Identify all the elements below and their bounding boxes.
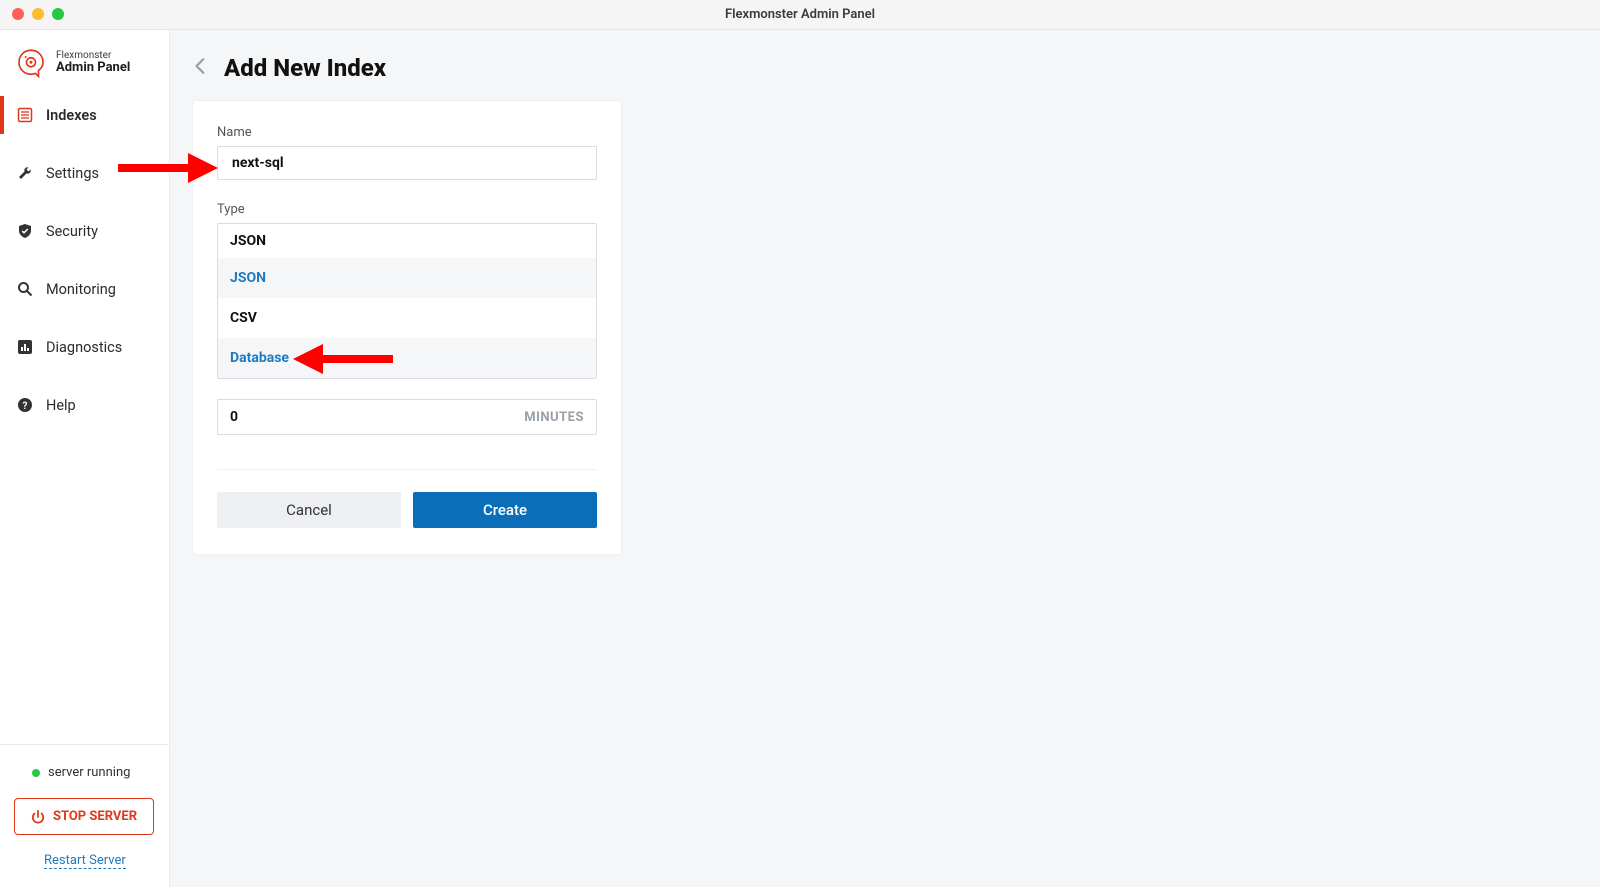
sidebar-item-help[interactable]: ? Help (0, 386, 169, 424)
add-index-card: Name Type JSON JSON CSV Database (192, 100, 622, 555)
sidebar-item-label: Monitoring (46, 281, 116, 298)
sidebar-item-label: Security (46, 223, 98, 240)
minutes-field[interactable]: 0 MINUTES (217, 399, 597, 435)
type-option-database[interactable]: Database (218, 338, 596, 378)
sidebar-item-label: Settings (46, 165, 99, 182)
sidebar-item-label: Indexes (46, 107, 97, 124)
minutes-value: 0 (230, 409, 238, 425)
chart-icon (16, 338, 34, 356)
cancel-button[interactable]: Cancel (217, 492, 401, 528)
power-icon (31, 810, 45, 824)
name-input[interactable] (230, 154, 584, 172)
page-header: Add New Index (192, 54, 1578, 82)
minimize-window-icon[interactable] (32, 8, 44, 20)
type-selected-value[interactable]: JSON (218, 224, 596, 258)
maximize-window-icon[interactable] (52, 8, 64, 20)
type-select[interactable]: JSON JSON CSV Database (217, 223, 597, 379)
sidebar-item-settings[interactable]: Settings (0, 154, 169, 192)
sidebar: Flexmonster Admin Panel Indexes Settings (0, 30, 170, 887)
type-option-csv[interactable]: CSV (218, 298, 596, 338)
window-title: Flexmonster Admin Panel (725, 7, 875, 22)
create-button[interactable]: Create (413, 492, 597, 528)
shield-icon (16, 222, 34, 240)
sidebar-item-security[interactable]: Security (0, 212, 169, 250)
flexmonster-logo-icon (16, 48, 46, 78)
form-actions: Cancel Create (217, 469, 597, 528)
type-label: Type (217, 202, 597, 217)
back-arrow-icon[interactable] (192, 57, 210, 79)
type-option-json[interactable]: JSON (218, 258, 596, 298)
sidebar-item-monitoring[interactable]: Monitoring (0, 270, 169, 308)
help-icon: ? (16, 396, 34, 414)
sidebar-item-indexes[interactable]: Indexes (0, 96, 169, 134)
server-status: server running (14, 765, 155, 780)
sidebar-item-diagnostics[interactable]: Diagnostics (0, 328, 169, 366)
server-status-text: server running (48, 765, 130, 780)
type-options-list: JSON CSV Database (218, 258, 596, 378)
traffic-lights (12, 8, 64, 20)
app-brand: Flexmonster Admin Panel (0, 30, 169, 96)
indexes-icon (16, 106, 34, 124)
name-label: Name (217, 125, 597, 140)
restart-server-link[interactable]: Restart Server (44, 853, 126, 869)
sidebar-item-label: Help (46, 397, 76, 414)
window-titlebar: Flexmonster Admin Panel (0, 0, 1600, 30)
wrench-icon (16, 164, 34, 182)
search-icon (16, 280, 34, 298)
close-window-icon[interactable] (12, 8, 24, 20)
svg-text:?: ? (23, 401, 28, 412)
stop-server-label: STOP SERVER (53, 809, 137, 824)
brand-big-text: Admin Panel (56, 61, 130, 75)
sidebar-item-label: Diagnostics (46, 339, 122, 356)
minutes-unit: MINUTES (524, 410, 584, 425)
stop-server-button[interactable]: STOP SERVER (14, 798, 154, 835)
sidebar-nav: Indexes Settings Security (0, 96, 169, 444)
main-content: Add New Index Name Type JSON JSON CSV (170, 30, 1600, 887)
page-title: Add New Index (224, 54, 386, 82)
status-dot-icon (32, 769, 40, 777)
name-field-wrapper (217, 146, 597, 180)
sidebar-bottom: server running STOP SERVER Restart Serve… (0, 744, 169, 887)
